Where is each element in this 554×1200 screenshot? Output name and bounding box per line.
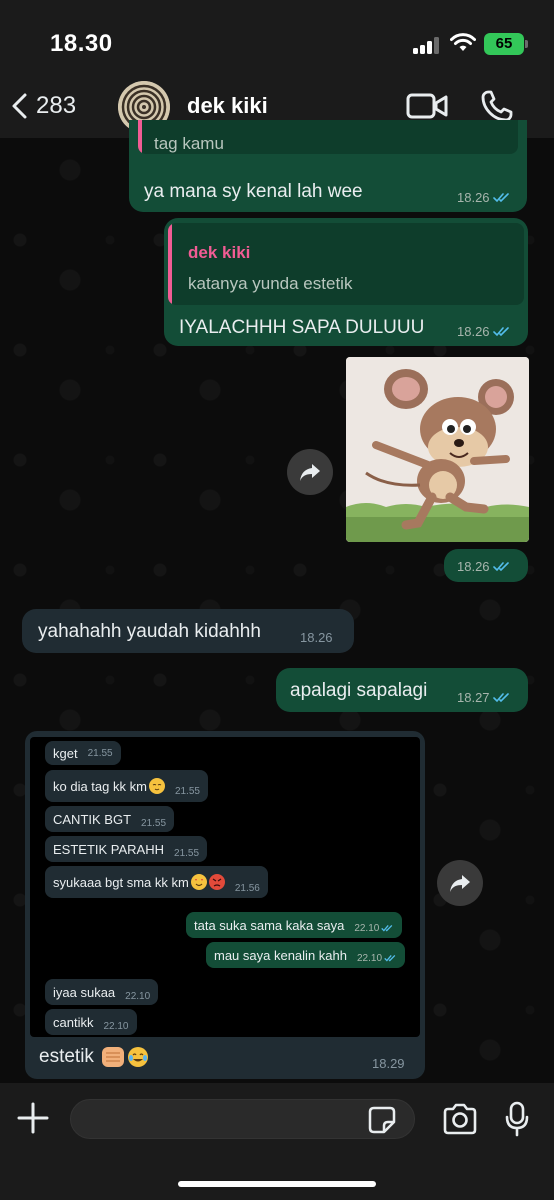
quoted-reply[interactable]: tag kamu	[138, 120, 518, 154]
message-time: 18.29	[372, 1056, 405, 1071]
quoted-text: katanya yunda estetik	[188, 274, 353, 293]
screenshot-message: iyaa sukaa 22.10	[45, 979, 159, 1005]
sticker-button[interactable]	[368, 1106, 396, 1134]
cartoon-mouse-image	[346, 357, 529, 542]
wifi-icon	[450, 33, 476, 51]
message-meta: 18.29	[372, 1056, 405, 1071]
image-caption: estetik	[39, 1046, 148, 1068]
relieved-face-emoji-icon	[148, 778, 165, 794]
message-text: yahahahh yaudah kidahhh	[38, 621, 261, 642]
message-text: IYALACHHH SAPA DULUUU	[179, 317, 425, 338]
status-bar: 18.30 65	[0, 0, 554, 82]
read-ticks-icon	[492, 693, 509, 703]
screenshot-message: tata suka sama kaka saya 22.10	[186, 912, 403, 938]
read-ticks-icon	[492, 562, 509, 572]
message-bubble-outgoing[interactable]: dek kiki katanya yunda estetik IYALACHHH…	[164, 218, 528, 346]
message-time: 18.26	[457, 324, 490, 339]
read-ticks-icon	[492, 327, 509, 337]
forward-arrow-icon	[450, 875, 470, 892]
screenshot-message: mau saya kenalin kahh 22.10	[206, 942, 406, 968]
message-input-bar	[0, 1083, 554, 1200]
screenshot-message: ESTETIK PARAHH 21.55	[45, 836, 208, 862]
message-time: 18.26	[300, 630, 333, 645]
fist-bump-emoji-icon	[101, 1047, 124, 1067]
unread-count: 283	[36, 92, 77, 119]
message-meta: 18.27	[457, 690, 511, 705]
cellular-signal-icon	[413, 36, 443, 54]
screenshot-message: kget 21.55	[45, 741, 121, 765]
camera-button[interactable]	[442, 1103, 478, 1135]
angry-face-emoji-icon	[208, 874, 225, 890]
message-meta: 18.26	[457, 559, 511, 574]
contact-name[interactable]: dek kiki	[187, 93, 268, 119]
message-text: ya mana sy kenal lah wee	[144, 181, 363, 202]
status-time: 18.30	[50, 30, 113, 57]
message-bubble-incoming[interactable]: yahahahh yaudah kidahhh 18.26	[22, 609, 354, 653]
message-time: 18.26	[457, 559, 490, 574]
message-text: apalagi sapalagi	[290, 680, 428, 701]
forward-button[interactable]	[437, 860, 483, 906]
message-meta: 18.26	[457, 324, 511, 339]
back-button[interactable]: 283	[10, 86, 76, 126]
read-ticks-icon	[384, 955, 396, 962]
message-time: 18.26	[457, 190, 490, 205]
quoted-text: tag kamu	[154, 134, 224, 153]
embedded-chat-screenshot[interactable]: kget 21.55 ko dia tag kk km 21.55 CANTIK…	[30, 737, 420, 1037]
chevron-left-icon	[12, 93, 27, 119]
screenshot-message: CANTIK BGT 21.55	[45, 806, 175, 832]
quoted-reply[interactable]: dek kiki katanya yunda estetik	[168, 223, 524, 305]
message-meta: 18.26	[300, 630, 333, 645]
message-bubble-outgoing[interactable]: apalagi sapalagi 18.27	[276, 668, 528, 712]
message-time: 18.27	[457, 690, 490, 705]
quoted-sender: dek kiki	[188, 243, 251, 262]
video-call-button[interactable]	[406, 90, 448, 122]
attach-button[interactable]	[16, 1101, 50, 1135]
forward-arrow-icon	[300, 464, 320, 481]
microphone-button[interactable]	[505, 1101, 529, 1137]
laughing-tears-emoji-icon	[127, 1047, 148, 1067]
read-ticks-icon	[381, 925, 393, 932]
heart-eyes-emoji-icon	[190, 874, 207, 890]
voice-call-button[interactable]	[480, 89, 514, 123]
home-indicator[interactable]	[178, 1181, 376, 1187]
message-bubble-outgoing[interactable]: tag kamu ya mana sy kenal lah wee 18.26	[129, 120, 527, 212]
battery-indicator: 65	[484, 33, 528, 55]
message-input[interactable]	[70, 1099, 415, 1139]
image-message-cartoon-mouse[interactable]	[346, 357, 529, 542]
image-meta-bubble: 18.26	[444, 549, 528, 582]
screenshot-message: cantikk 22.10	[45, 1009, 137, 1035]
message-meta: 18.26	[457, 190, 511, 205]
forward-button[interactable]	[287, 449, 333, 495]
screenshot-message: ko dia tag kk km 21.55	[45, 770, 208, 802]
screenshot-message: syukaaa bgt sma kk km 21.56	[45, 866, 268, 898]
read-ticks-icon	[492, 193, 509, 203]
